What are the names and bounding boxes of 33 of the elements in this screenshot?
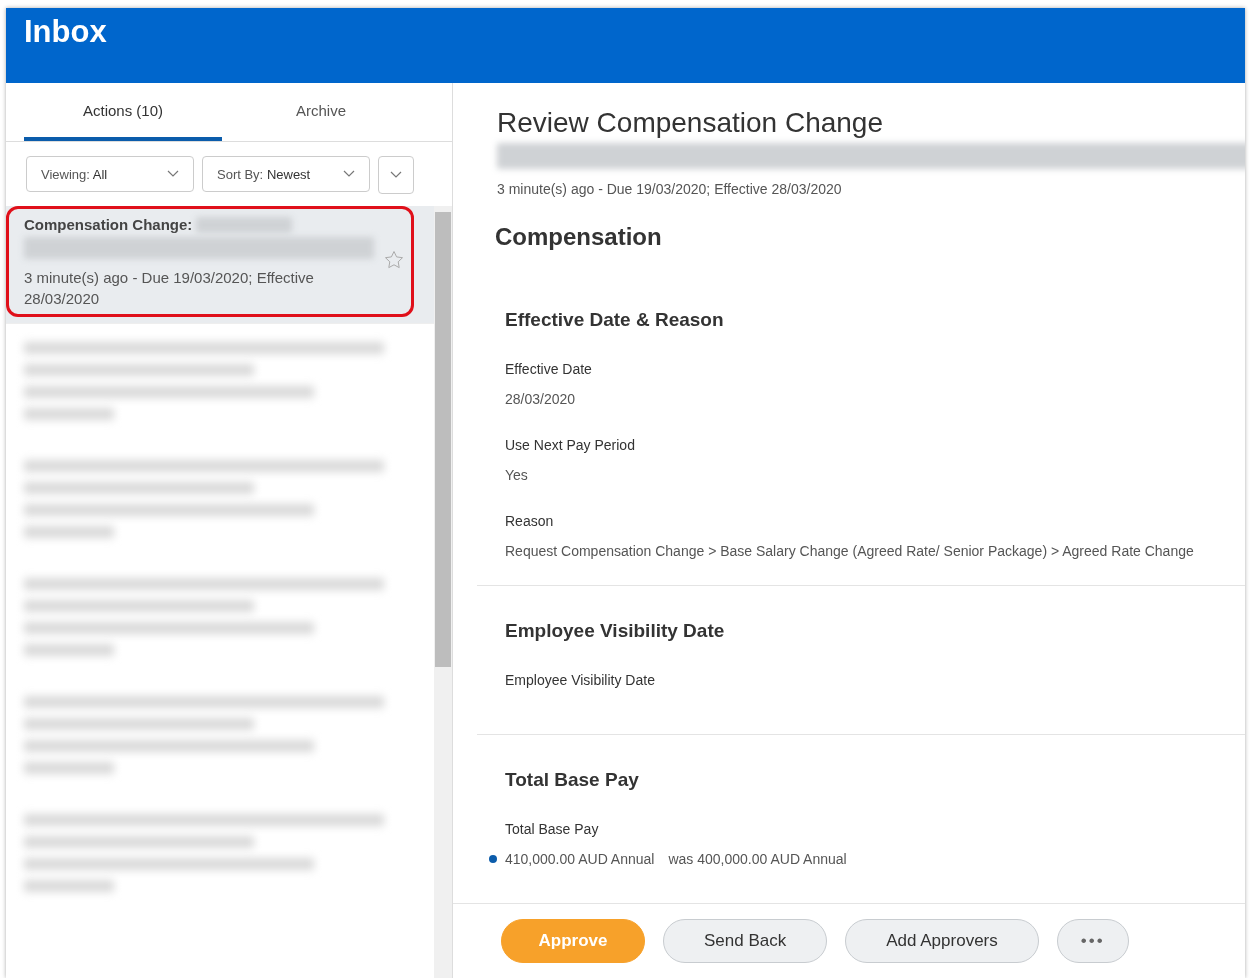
chevron-down-icon (390, 171, 402, 179)
star-icon[interactable] (384, 250, 404, 270)
field-label: Reason (505, 513, 555, 529)
expand-button[interactable] (378, 156, 414, 194)
group-heading: Total Base Pay (505, 769, 640, 791)
group-heading: Employee Visibility Date (505, 620, 726, 642)
tab[interactable]: Archive (222, 83, 420, 141)
field-value: 410,000.00 AUD Annual (505, 851, 655, 867)
tab[interactable]: Actions (10) (24, 83, 222, 141)
filter-dropdown[interactable]: Sort By: Newest (202, 156, 370, 192)
field-label: Effective Date (505, 361, 593, 377)
chevron-down-icon (167, 170, 179, 178)
previous-value: was 400,000.00 AUD Annual (668, 851, 847, 867)
group-heading: Effective Date & Reason (505, 309, 725, 331)
item-title: Compensation Change: (24, 216, 193, 233)
chevron-down-icon (343, 170, 355, 178)
more-button[interactable]: ••• (1056, 919, 1129, 963)
action-button[interactable]: Add Approvers (845, 919, 1039, 963)
action-button[interactable]: Send Back (663, 919, 828, 963)
inbox-item[interactable]: Compensation Change: 3 minute(s) ago - Due 19/03/2020; Effective 28/03/2020 (6, 206, 434, 324)
page-title: Inbox (24, 14, 107, 50)
item-meta: 3 minute(s) ago - Due 19/03/2020; Effective 28/03/2020 (24, 268, 315, 309)
field-label: Use Next Pay Period (505, 437, 636, 453)
section-heading: Compensation (495, 223, 663, 251)
field-value: Yes (505, 467, 528, 483)
filter-dropdown[interactable]: Viewing: All (26, 156, 194, 192)
detail-title: Review Compensation Change (497, 107, 884, 139)
field-value: Request Compensation Change > Base Salary Change (Agreed Rate/ Senior Package) > Agreed Rate Change (505, 543, 1194, 559)
field-label: Total Base Pay (505, 821, 600, 837)
scrollbar[interactable] (434, 206, 452, 978)
detail-meta: 3 minute(s) ago - Due 19/03/2020; Effective 28/03/2020 (497, 181, 843, 197)
field-value: 28/03/2020 (505, 391, 576, 407)
field-label: Employee Visibility Date (505, 672, 656, 688)
